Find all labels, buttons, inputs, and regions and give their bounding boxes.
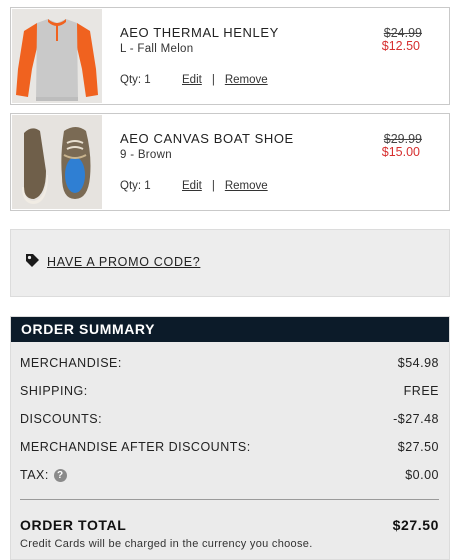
summary-row-discounts: DISCOUNTS: -$27.48	[20, 410, 439, 428]
product-variant: 9 - Brown	[120, 149, 172, 161]
order-summary-title: ORDER SUMMARY	[11, 317, 449, 342]
action-separator: |	[211, 74, 215, 86]
product-image-henley[interactable]	[12, 9, 102, 103]
sale-price: $12.50	[381, 39, 420, 53]
summary-row-tax: TAX:? $0.00	[20, 466, 439, 484]
summary-value: $27.50	[397, 440, 439, 454]
canvas-boat-shoe-image	[12, 115, 102, 209]
order-summary: ORDER SUMMARY MERCHANDISE: $54.98 SHIPPI…	[10, 316, 450, 560]
order-total-row: ORDER TOTAL $27.50	[20, 516, 439, 534]
action-separator: |	[211, 180, 215, 192]
edit-item-link[interactable]: Edit	[182, 180, 202, 192]
original-price: $24.99	[383, 26, 422, 40]
item-actions: Qty: 1 Edit | Remove	[120, 74, 268, 86]
order-total-label: ORDER TOTAL	[20, 517, 127, 533]
cart-item: AEO THERMAL HENLEY L - Fall Melon Qty: 1…	[10, 7, 450, 105]
tax-label-group: TAX:?	[20, 467, 67, 483]
product-name[interactable]: AEO THERMAL HENLEY	[120, 25, 279, 40]
currency-note: Credit Cards will be charged in the curr…	[20, 538, 313, 550]
order-total-value: $27.50	[392, 517, 439, 533]
promo-code-panel: HAVE A PROMO CODE?	[10, 229, 450, 297]
summary-label: MERCHANDISE:	[20, 356, 122, 370]
summary-row-merchandise: MERCHANDISE: $54.98	[20, 354, 439, 372]
summary-value: -$27.48	[393, 412, 439, 426]
remove-item-link[interactable]: Remove	[225, 180, 268, 192]
edit-item-link[interactable]: Edit	[182, 74, 202, 86]
summary-label: TAX:	[20, 467, 49, 482]
promo-code-link[interactable]: HAVE A PROMO CODE?	[47, 255, 200, 269]
summary-label: MERCHANDISE AFTER DISCOUNTS:	[20, 440, 251, 454]
summary-label: DISCOUNTS:	[20, 412, 103, 426]
thermal-henley-shirt-image	[12, 9, 102, 103]
summary-row-shipping: SHIPPING: FREE	[20, 382, 439, 400]
sale-price: $15.00	[381, 145, 420, 159]
product-name[interactable]: AEO CANVAS BOAT SHOE	[120, 131, 294, 146]
summary-value: $54.98	[397, 356, 439, 370]
summary-value: FREE	[403, 384, 439, 398]
tag-icon	[24, 252, 40, 273]
product-image-boat-shoe[interactable]	[12, 115, 102, 209]
item-actions: Qty: 1 Edit | Remove	[120, 180, 268, 192]
quantity-label: Qty: 1	[120, 74, 151, 86]
product-variant: L - Fall Melon	[120, 43, 194, 55]
summary-divider	[20, 499, 439, 500]
help-icon[interactable]: ?	[53, 469, 67, 483]
summary-value: $0.00	[405, 468, 439, 482]
remove-item-link[interactable]: Remove	[225, 74, 268, 86]
summary-label: SHIPPING:	[20, 384, 88, 398]
summary-row-after-discounts: MERCHANDISE AFTER DISCOUNTS: $27.50	[20, 438, 439, 456]
cart-item: AEO CANVAS BOAT SHOE 9 - Brown Qty: 1 Edi…	[10, 113, 450, 211]
quantity-label: Qty: 1	[120, 180, 151, 192]
original-price: $29.99	[383, 132, 422, 146]
